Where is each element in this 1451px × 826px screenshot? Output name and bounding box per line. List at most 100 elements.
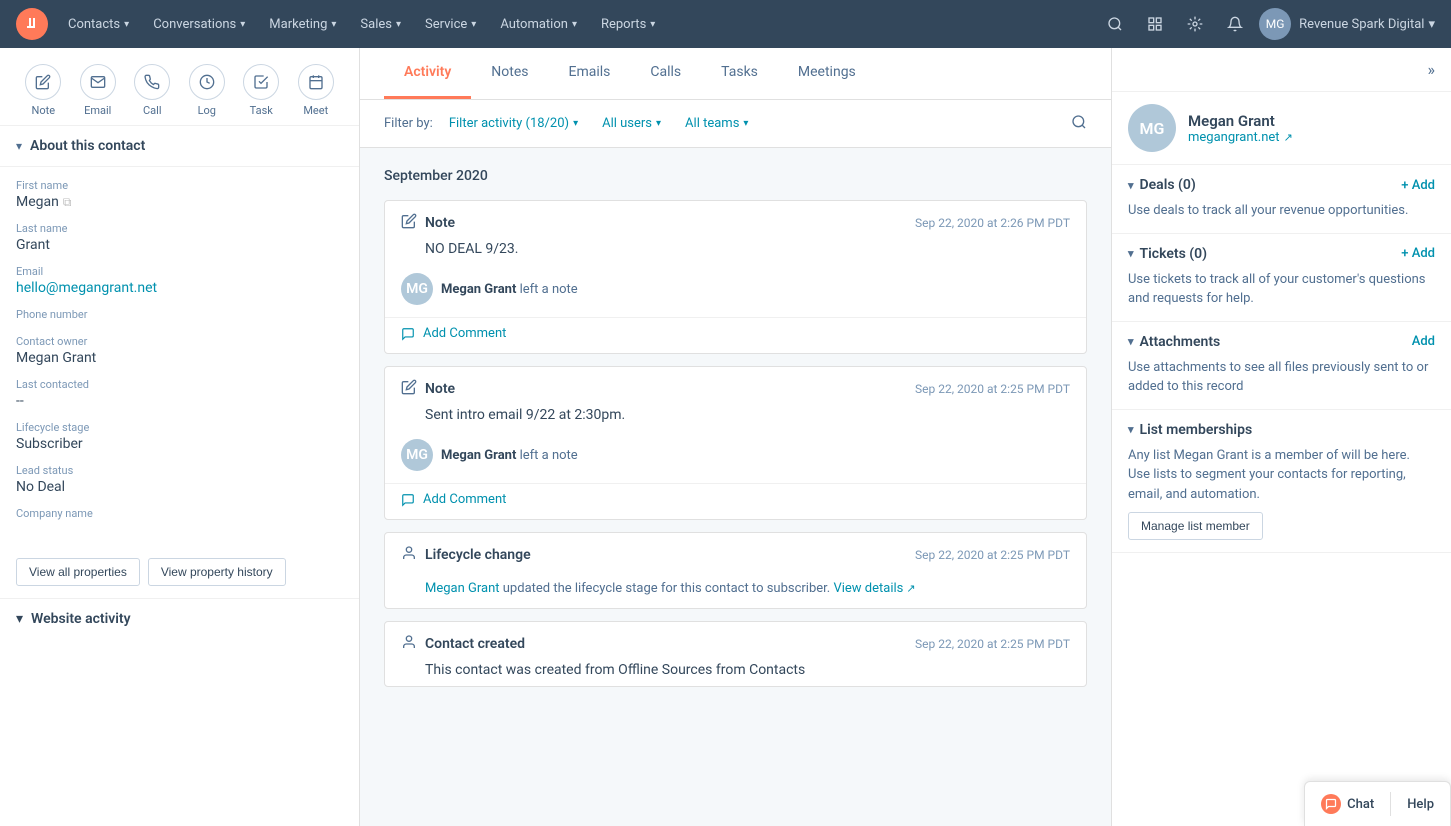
- users-filter-button[interactable]: All users ▾: [594, 112, 669, 135]
- notifications-icon[interactable]: [1219, 8, 1251, 40]
- nav-sales[interactable]: Sales ▾: [348, 0, 413, 48]
- copy-first-name-icon[interactable]: ⧉: [63, 195, 72, 210]
- task-label: Task: [250, 104, 273, 117]
- view-all-properties-button[interactable]: View all properties: [16, 558, 140, 586]
- activity-note-2: Note Sep 22, 2020 at 2:25 PM PDT Sent in…: [384, 366, 1087, 520]
- email-icon: [80, 64, 116, 100]
- manage-list-member-button[interactable]: Manage list member: [1128, 512, 1263, 540]
- marketplace-icon[interactable]: [1139, 8, 1171, 40]
- last-name-label: Last name: [16, 222, 343, 235]
- tab-calls[interactable]: Calls: [630, 48, 701, 99]
- company-label: Company name: [16, 507, 343, 520]
- about-contact-header[interactable]: ▾ About this contact: [0, 126, 359, 167]
- website-activity-title: Website activity: [31, 611, 131, 627]
- company-property: Company name: [16, 507, 343, 522]
- lifecycle-actor-link[interactable]: Megan Grant: [425, 581, 500, 596]
- activity-lifecycle-body: Megan Grant updated the lifecycle stage …: [385, 573, 1086, 608]
- deals-section-header: ▾ Deals (0) + Add: [1128, 177, 1435, 193]
- nav-service-label: Service: [425, 17, 467, 32]
- activity-note-1-type: Note: [401, 213, 455, 233]
- activity-filter-button[interactable]: Filter activity (18/20) ▾: [441, 112, 586, 135]
- nav-items: Contacts ▾ Conversations ▾ Marketing ▾ S…: [56, 0, 1099, 48]
- tickets-add-button[interactable]: + Add: [1401, 246, 1435, 261]
- call-icon: [134, 64, 170, 100]
- log-button[interactable]: Log: [189, 64, 225, 117]
- meet-icon: [298, 64, 334, 100]
- tab-tasks[interactable]: Tasks: [701, 48, 778, 99]
- add-comment-1-button[interactable]: Add Comment: [385, 317, 1086, 353]
- nav-automation[interactable]: Automation ▾: [488, 0, 589, 48]
- user-avatar[interactable]: MG: [1259, 8, 1291, 40]
- website-activity-header[interactable]: ▾ Website activity: [0, 598, 359, 639]
- nav-right: MG Revenue Spark Digital ▾: [1099, 8, 1435, 40]
- attachments-add-button[interactable]: Add: [1412, 334, 1435, 349]
- nav-reports[interactable]: Reports ▾: [589, 0, 667, 48]
- nav-marketing[interactable]: Marketing ▾: [257, 0, 348, 48]
- task-button[interactable]: Task: [243, 64, 279, 117]
- email-value[interactable]: hello@megangrant.net: [16, 280, 343, 296]
- activity-created-body: This contact was created from Offline So…: [385, 662, 1086, 686]
- email-label: Email: [16, 265, 343, 278]
- lifecycle-property: Lifecycle stage Subscriber: [16, 421, 343, 452]
- last-contacted-property: Last contacted --: [16, 378, 343, 409]
- filter-by-label: Filter by:: [384, 116, 433, 131]
- tab-activity[interactable]: Activity: [384, 48, 471, 99]
- view-details-link[interactable]: View details ↗: [833, 581, 915, 596]
- list-memberships-chevron[interactable]: ▾: [1128, 423, 1134, 436]
- center-content: Activity Notes Emails Calls Tasks Meetin…: [360, 48, 1111, 826]
- tab-notes[interactable]: Notes: [471, 48, 548, 99]
- activity-search-icon[interactable]: [1071, 114, 1087, 134]
- help-button[interactable]: Help: [1391, 785, 1450, 824]
- task-icon: [243, 64, 279, 100]
- right-sidebar: » MG Megan Grant megangrant.net ↗ ▾ Deal…: [1111, 48, 1451, 826]
- account-name[interactable]: Revenue Spark Digital ▾: [1299, 17, 1435, 32]
- left-sidebar: Note Email Call Log: [0, 48, 360, 826]
- hubspot-logo[interactable]: [16, 8, 48, 40]
- activity-note-1-body: NO DEAL 9/23.: [385, 241, 1086, 265]
- meet-label: Meet: [303, 104, 328, 117]
- first-name-label: First name: [16, 179, 343, 192]
- chat-button[interactable]: Chat: [1305, 782, 1390, 826]
- activity-note-1-time: Sep 22, 2020 at 2:26 PM PDT: [915, 216, 1070, 230]
- nav-automation-label: Automation: [500, 17, 568, 32]
- attachments-chevron[interactable]: ▾: [1128, 335, 1134, 348]
- top-navigation: Contacts ▾ Conversations ▾ Marketing ▾ S…: [0, 0, 1451, 48]
- nav-sales-chevron: ▾: [396, 19, 401, 30]
- activity-lifecycle: Lifecycle change Sep 22, 2020 at 2:25 PM…: [384, 532, 1087, 609]
- created-activity-icon: [401, 634, 417, 654]
- tab-meetings[interactable]: Meetings: [778, 48, 876, 99]
- users-filter-chevron: ▾: [656, 118, 661, 129]
- deals-add-button[interactable]: + Add: [1401, 178, 1435, 193]
- deals-chevron[interactable]: ▾: [1128, 179, 1134, 192]
- settings-icon[interactable]: [1179, 8, 1211, 40]
- lead-status-label: Lead status: [16, 464, 343, 477]
- call-button[interactable]: Call: [134, 64, 170, 117]
- lead-status-property: Lead status No Deal: [16, 464, 343, 495]
- contact-profile-name: Megan Grant: [1188, 112, 1293, 130]
- add-comment-2-button[interactable]: Add Comment: [385, 483, 1086, 519]
- search-icon[interactable]: [1099, 8, 1131, 40]
- tickets-chevron[interactable]: ▾: [1128, 247, 1134, 260]
- contact-profile-email[interactable]: megangrant.net ↗: [1188, 130, 1293, 145]
- nav-contacts[interactable]: Contacts ▾: [56, 0, 141, 48]
- lifecycle-value: Subscriber: [16, 436, 343, 452]
- nav-service[interactable]: Service ▾: [413, 0, 488, 48]
- email-property: Email hello@megangrant.net: [16, 265, 343, 296]
- first-name-value: Megan ⧉: [16, 194, 343, 210]
- tickets-description: Use tickets to track all of your custome…: [1128, 270, 1435, 309]
- view-property-history-button[interactable]: View property history: [148, 558, 286, 586]
- collapse-sidebar-button[interactable]: »: [1428, 60, 1436, 79]
- nav-conversations[interactable]: Conversations ▾: [141, 0, 257, 48]
- nav-reports-chevron: ▾: [650, 19, 655, 30]
- email-button[interactable]: Email: [80, 64, 116, 117]
- activity-created-header: Contact created Sep 22, 2020 at 2:25 PM …: [385, 622, 1086, 662]
- website-activity-chevron: ▾: [16, 611, 23, 627]
- tab-emails[interactable]: Emails: [549, 48, 631, 99]
- phone-property: Phone number: [16, 308, 343, 323]
- teams-filter-button[interactable]: All teams ▾: [677, 112, 756, 135]
- last-name-value: Grant: [16, 237, 343, 253]
- owner-label: Contact owner: [16, 335, 343, 348]
- note-button[interactable]: Note: [25, 64, 61, 117]
- note-activity-icon: [401, 213, 417, 233]
- meet-button[interactable]: Meet: [298, 64, 334, 117]
